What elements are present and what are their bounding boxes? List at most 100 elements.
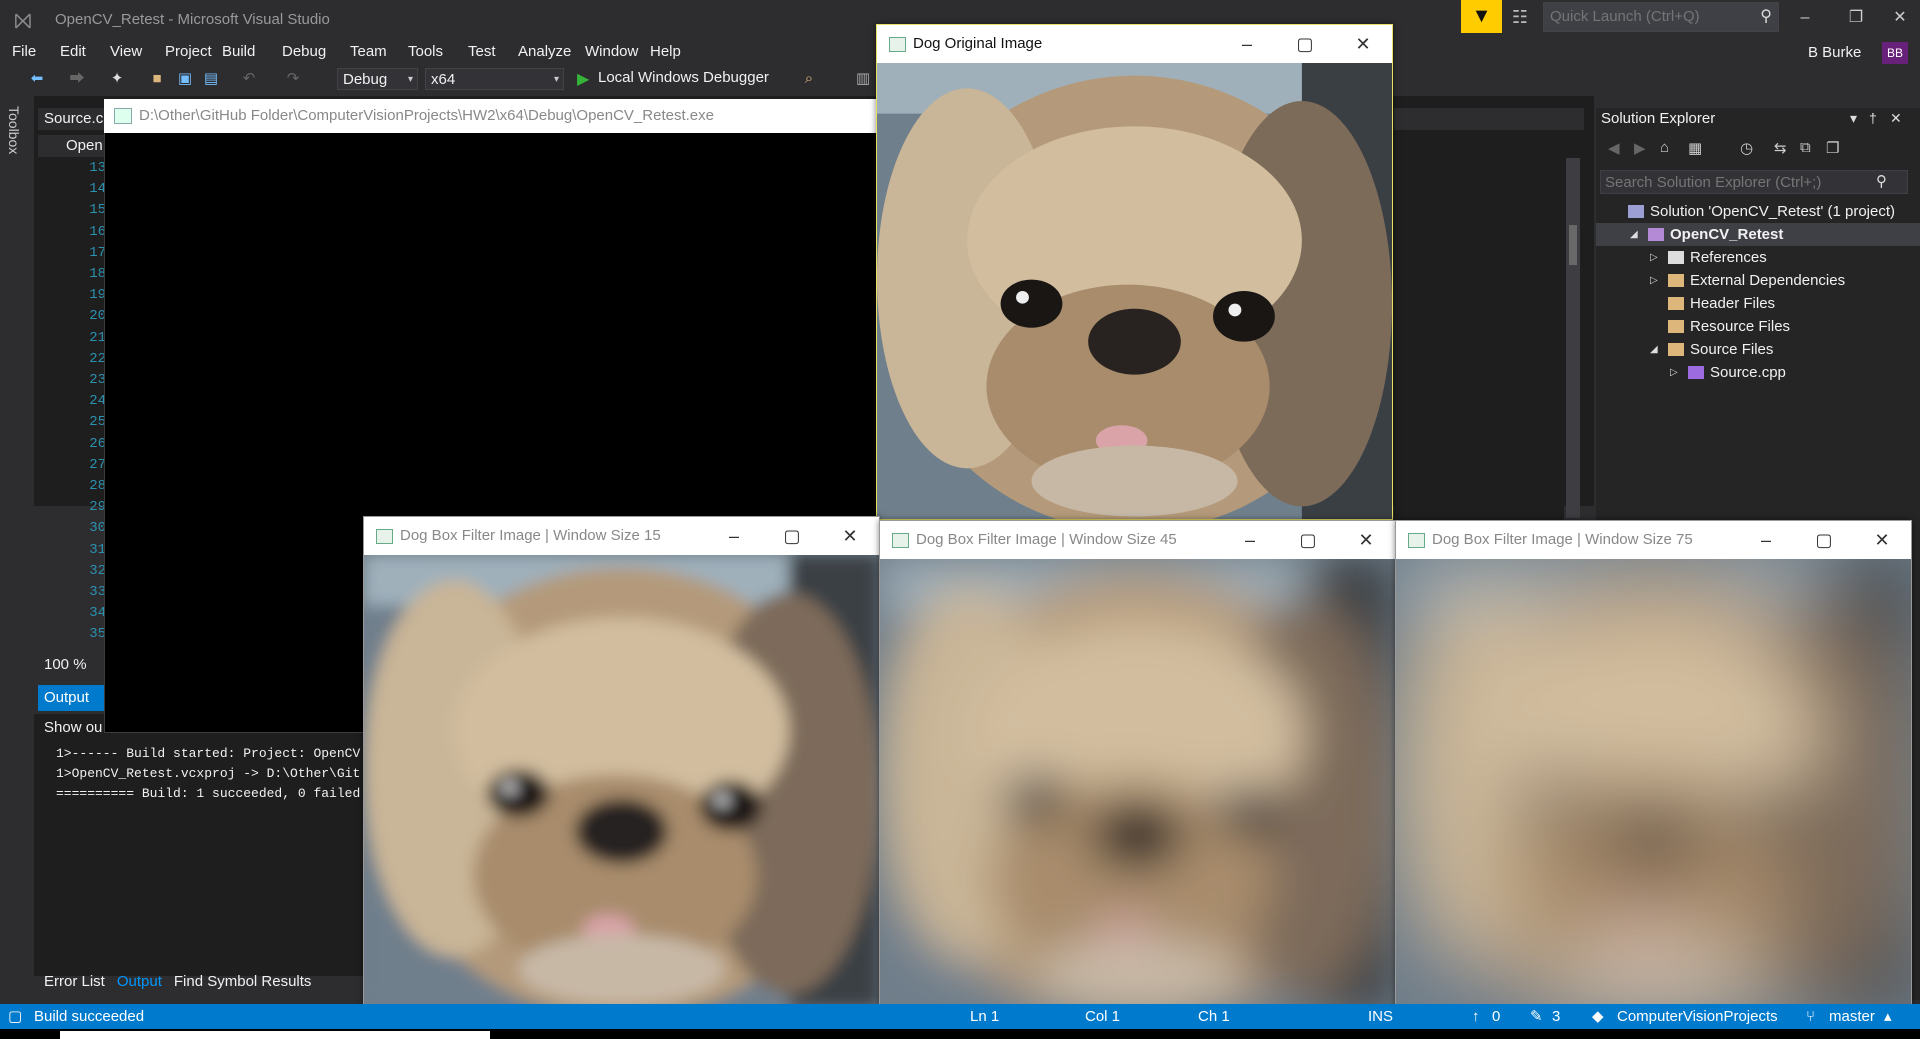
image-window-4[interactable]: Dog Box Filter Image | Window Size 75 – ▢ ✕ bbox=[1395, 520, 1912, 1012]
menu-window[interactable]: Window bbox=[575, 40, 648, 64]
new-project-icon[interactable]: ✦ bbox=[106, 68, 128, 90]
quick-launch-box[interactable]: ⚲ bbox=[1543, 2, 1779, 32]
notification-flag-icon[interactable]: ▼ bbox=[1461, 0, 1502, 33]
feedback-icon[interactable]: ☷ bbox=[1506, 4, 1534, 30]
minimize-button[interactable]: – bbox=[1221, 521, 1279, 559]
toolbar-overflow-icon[interactable]: ▥ bbox=[852, 68, 874, 90]
console-title-bar[interactable]: D:\Other\GitHub Folder\ComputerVisionPro… bbox=[104, 99, 894, 133]
menu-file[interactable]: File bbox=[2, 40, 46, 64]
image-window-title-bar[interactable]: Dog Box Filter Image | Window Size 45 – ▢ ✕ bbox=[880, 521, 1395, 559]
image-window-1[interactable]: Dog Original Image – ▢ ✕ bbox=[876, 24, 1393, 520]
tree-item[interactable]: ◢ OpenCV_Retest bbox=[1596, 223, 1920, 246]
image-window-title-bar[interactable]: Dog Box Filter Image | Window Size 15 – ▢ ✕ bbox=[364, 517, 879, 555]
maximize-button[interactable]: ▢ bbox=[1795, 521, 1853, 559]
tree-item[interactable]: ▷ Source.cpp bbox=[1596, 361, 1920, 384]
push-count[interactable]: 0 bbox=[1492, 1004, 1500, 1029]
search-icon[interactable]: ⚲ bbox=[1760, 6, 1772, 26]
output-panel-header[interactable]: Output bbox=[38, 685, 110, 711]
search-icon[interactable]: ⚲ bbox=[1876, 172, 1887, 190]
restore-button[interactable]: ❐ bbox=[1836, 4, 1876, 32]
save-all-icon[interactable]: ▤ bbox=[200, 68, 222, 90]
tree-item[interactable]: Solution 'OpenCV_Retest' (1 project) bbox=[1596, 200, 1920, 223]
image-window-3[interactable]: Dog Box Filter Image | Window Size 45 – ▢ ✕ bbox=[879, 520, 1396, 1012]
toolbox-tab[interactable]: Toolbox bbox=[6, 106, 22, 154]
image-window-2[interactable]: Dog Box Filter Image | Window Size 15 – ▢ ✕ bbox=[363, 516, 880, 1008]
changes-count[interactable]: 3 bbox=[1552, 1004, 1560, 1029]
maximize-button[interactable]: ▢ bbox=[1276, 25, 1334, 63]
zoom-level[interactable]: 100 % bbox=[38, 654, 112, 676]
branch-chevron-up-icon[interactable]: ▴ bbox=[1884, 1004, 1892, 1029]
tree-item[interactable]: ◢ Source Files bbox=[1596, 338, 1920, 361]
maximize-button[interactable]: ▢ bbox=[763, 517, 821, 555]
start-debugger-button[interactable]: Local Windows Debugger bbox=[598, 69, 769, 86]
image-window-title-bar[interactable]: Dog Box Filter Image | Window Size 75 – ▢ ✕ bbox=[1396, 521, 1911, 559]
close-button[interactable]: ✕ bbox=[1880, 4, 1920, 32]
solution-explorer-search[interactable]: ⚲ bbox=[1600, 170, 1908, 194]
forward-icon[interactable]: ▶ bbox=[1634, 139, 1646, 157]
close-button[interactable]: ✕ bbox=[1853, 521, 1911, 559]
collapsed-triangle-icon[interactable]: ▷ bbox=[1650, 246, 1658, 269]
tab-output[interactable]: Output bbox=[111, 970, 168, 994]
branch-name[interactable]: master bbox=[1829, 1004, 1875, 1029]
editor-code-area-right[interactable] bbox=[1394, 132, 1564, 522]
menu-edit[interactable]: Edit bbox=[50, 40, 96, 64]
user-avatar[interactable]: BB bbox=[1882, 42, 1908, 64]
undo-icon[interactable]: ↶ bbox=[238, 68, 260, 90]
forward-arrow-icon[interactable]: ⮕ bbox=[66, 68, 88, 90]
back-icon[interactable]: ◀ bbox=[1608, 139, 1620, 157]
play-icon[interactable]: ▶ bbox=[577, 69, 589, 89]
menu-tools[interactable]: Tools bbox=[398, 40, 453, 64]
collapse-all-icon[interactable]: ⧉ bbox=[1800, 139, 1811, 156]
sync-icon[interactable]: ⇆ bbox=[1774, 139, 1787, 157]
editor-scrollbar[interactable] bbox=[1566, 158, 1580, 518]
maximize-button[interactable]: ▢ bbox=[1279, 521, 1337, 559]
close-button[interactable]: ✕ bbox=[821, 517, 879, 555]
expanded-triangle-icon[interactable]: ◢ bbox=[1630, 223, 1638, 246]
image-window-title-bar[interactable]: Dog Original Image – ▢ ✕ bbox=[877, 25, 1392, 63]
platform-dropdown[interactable]: x64 ▾ bbox=[425, 68, 564, 90]
tab-error-list[interactable]: Error List bbox=[38, 970, 111, 994]
expanded-triangle-icon[interactable]: ◢ bbox=[1650, 338, 1658, 361]
menu-test[interactable]: Test bbox=[458, 40, 506, 64]
member-nav-dropdown[interactable] bbox=[1394, 108, 1584, 130]
menu-debug[interactable]: Debug bbox=[272, 40, 336, 64]
redo-icon[interactable]: ↷ bbox=[282, 68, 304, 90]
pin-icon[interactable]: † bbox=[1869, 110, 1877, 126]
open-file-icon[interactable]: ■ bbox=[146, 68, 168, 90]
dropdown-chevron-icon[interactable]: ▾ bbox=[1850, 110, 1857, 127]
repo-icon[interactable]: ◆ bbox=[1592, 1004, 1604, 1029]
push-icon[interactable]: ↑ bbox=[1472, 1004, 1480, 1029]
configuration-dropdown[interactable]: Debug ▾ bbox=[337, 68, 418, 90]
quick-launch-input[interactable] bbox=[1544, 3, 1750, 29]
save-icon[interactable]: ▣ bbox=[174, 68, 196, 90]
pencil-icon[interactable]: ✎ bbox=[1530, 1004, 1543, 1029]
tab-find-symbol-results[interactable]: Find Symbol Results bbox=[168, 970, 318, 994]
close-button[interactable]: ✕ bbox=[1337, 521, 1395, 559]
editor-scroll-thumb[interactable] bbox=[1569, 225, 1577, 265]
switch-views-icon[interactable]: ▦ bbox=[1688, 139, 1702, 157]
menu-team[interactable]: Team bbox=[340, 40, 397, 64]
repository-name[interactable]: ComputerVisionProjects bbox=[1617, 1004, 1778, 1029]
solution-search-input[interactable] bbox=[1601, 171, 1865, 193]
tree-item[interactable]: Resource Files bbox=[1596, 315, 1920, 338]
collapsed-triangle-icon[interactable]: ▷ bbox=[1650, 269, 1658, 292]
minimize-button[interactable]: – bbox=[1785, 4, 1825, 32]
project-nav-dropdown[interactable]: Open bbox=[38, 135, 110, 157]
taskbar-search-box[interactable] bbox=[60, 1031, 490, 1039]
show-all-files-icon[interactable]: ❐ bbox=[1826, 139, 1839, 157]
minimize-button[interactable]: – bbox=[1218, 25, 1276, 63]
menu-help[interactable]: Help bbox=[640, 40, 691, 64]
minimize-button[interactable]: – bbox=[1737, 521, 1795, 559]
pending-changes-icon[interactable]: ◷ bbox=[1740, 139, 1753, 157]
back-arrow-icon[interactable]: ⬅ bbox=[26, 68, 48, 90]
tree-item[interactable]: Header Files bbox=[1596, 292, 1920, 315]
branch-icon[interactable]: ⑂ bbox=[1806, 1004, 1815, 1029]
minimize-button[interactable]: – bbox=[705, 517, 763, 555]
menu-analyze[interactable]: Analyze bbox=[508, 40, 581, 64]
find-in-files-icon[interactable]: ⌕ bbox=[798, 68, 820, 90]
collapsed-triangle-icon[interactable]: ▷ bbox=[1670, 361, 1678, 384]
tree-item[interactable]: ▷ External Dependencies bbox=[1596, 269, 1920, 292]
menu-build[interactable]: Build bbox=[212, 40, 265, 64]
user-name[interactable]: B Burke bbox=[1808, 44, 1861, 61]
menu-view[interactable]: View bbox=[100, 40, 152, 64]
